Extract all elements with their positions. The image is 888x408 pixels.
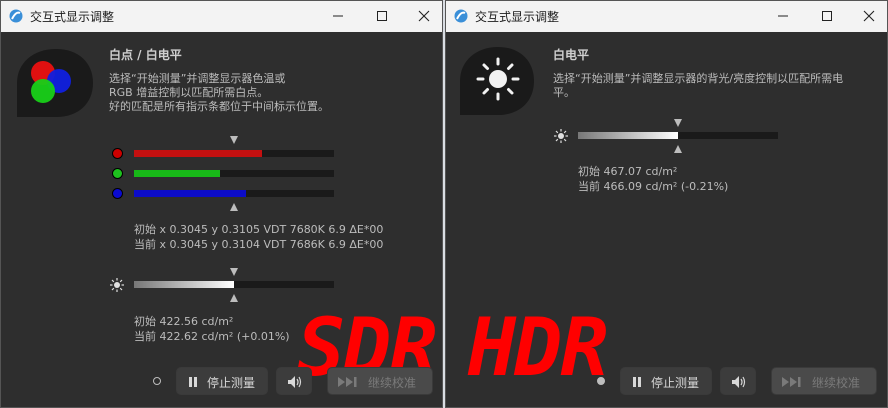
red-indicator-dot xyxy=(112,148,123,159)
brightness-large-icon xyxy=(460,47,534,115)
title-bar[interactable]: 交互式显示调整 xyxy=(446,1,887,32)
luminance-readout: 初始 467.07 cd/m² 当前 466.09 cd/m² (-0.21%) xyxy=(578,164,728,194)
luminance-fill xyxy=(578,132,678,139)
luminance-bar xyxy=(578,132,778,139)
close-icon[interactable] xyxy=(859,7,879,25)
luminance-initial: 初始 422.56 cd/m² xyxy=(134,315,234,328)
skip-forward-icon xyxy=(338,377,357,387)
continue-calibration-button[interactable]: 继续校准 xyxy=(327,367,433,395)
instructions: 选择“开始测量”并调整显示器色温或 RGB 增益控制以匹配所需白点。 好的匹配是… xyxy=(109,72,329,114)
target-marker-top xyxy=(230,136,238,144)
red-gain-fill xyxy=(134,150,262,157)
window-title: 交互式显示调整 xyxy=(475,10,560,24)
status-ring-icon xyxy=(153,377,161,385)
stop-measurement-label: 停止测量 xyxy=(207,376,256,390)
whitepoint-readout: 初始 x 0.3045 y 0.3105 VDT 7680K 6.9 ΔE*00… xyxy=(134,222,383,252)
continue-calibration-label: 继续校准 xyxy=(368,376,417,390)
pause-icon xyxy=(633,377,641,387)
app-icon xyxy=(9,9,23,23)
luminance-bar xyxy=(134,281,334,288)
luminance-target-marker-top xyxy=(230,268,238,276)
luminance-current: 当前 422.62 cd/m² (+0.01%) xyxy=(134,330,290,343)
green-gain-bar xyxy=(134,170,334,177)
title-bar[interactable]: 交互式显示调整 xyxy=(1,1,442,32)
brightness-icon xyxy=(554,129,568,143)
stop-measurement-button[interactable]: 停止测量 xyxy=(176,367,268,395)
blue-gain-fill xyxy=(134,190,246,197)
pause-icon xyxy=(189,377,197,387)
minimize-icon[interactable] xyxy=(773,7,793,25)
continue-calibration-label: 继续校准 xyxy=(812,376,861,390)
skip-forward-icon xyxy=(782,377,801,387)
stop-measurement-button[interactable]: 停止测量 xyxy=(620,367,712,395)
status-dot-icon xyxy=(597,377,605,385)
whitepoint-initial: 初始 x 0.3045 y 0.3105 VDT 7680K 6.9 ΔE*00 xyxy=(134,223,384,236)
sound-toggle-button[interactable] xyxy=(276,367,312,395)
speaker-icon xyxy=(288,376,302,388)
blue-gain-bar xyxy=(134,190,334,197)
rgb-whitepoint-icon xyxy=(17,49,93,117)
instruction-line: 选择“开始测量”并调整显示器的背光/亮度控制以匹配所需电 xyxy=(553,72,844,85)
luminance-target-marker-bottom xyxy=(674,145,682,153)
section-heading: 白点 / 白电平 xyxy=(109,48,182,62)
whitepoint-current: 当前 x 0.3045 y 0.3104 VDT 7686K 6.9 ΔE*00 xyxy=(134,238,384,251)
stop-measurement-label: 停止测量 xyxy=(651,376,700,390)
instruction-line: 选择“开始测量”并调整显示器色温或 xyxy=(109,72,286,85)
continue-calibration-button[interactable]: 继续校准 xyxy=(771,367,877,395)
blue-indicator-dot xyxy=(112,188,123,199)
luminance-readout: 初始 422.56 cd/m² 当前 422.62 cd/m² (+0.01%) xyxy=(134,314,290,344)
luminance-initial: 初始 467.07 cd/m² xyxy=(578,165,678,178)
luminance-target-marker-bottom xyxy=(230,294,238,302)
maximize-icon[interactable] xyxy=(372,7,392,25)
red-gain-bar xyxy=(134,150,334,157)
instruction-line: 平。 xyxy=(553,86,575,99)
instruction-line: RGB 增益控制以匹配所需白点。 xyxy=(109,86,269,99)
luminance-target-marker-top xyxy=(674,119,682,127)
sound-toggle-button[interactable] xyxy=(720,367,756,395)
speaker-icon xyxy=(732,376,746,388)
target-marker-bottom xyxy=(230,203,238,211)
section-heading: 白电平 xyxy=(553,48,590,62)
instructions: 选择“开始测量”并调整显示器的背光/亮度控制以匹配所需电 平。 xyxy=(553,72,843,100)
hdr-adjustment-window: 交互式显示调整 白电平 选择“开始测量”并调整显示器的背光/亮度控制以匹配所需电… xyxy=(445,0,888,408)
maximize-icon[interactable] xyxy=(817,7,837,25)
app-icon xyxy=(454,9,468,23)
window-title: 交互式显示调整 xyxy=(30,10,115,24)
instruction-line: 好的匹配是所有指示条都位于中间标示位置。 xyxy=(109,100,329,113)
hdr-overlay-label: HDR xyxy=(468,301,608,394)
minimize-icon[interactable] xyxy=(328,7,348,25)
brightness-icon xyxy=(110,278,124,292)
green-indicator-dot xyxy=(112,168,123,179)
luminance-current: 当前 466.09 cd/m² (-0.21%) xyxy=(578,180,729,193)
close-icon[interactable] xyxy=(414,7,434,25)
sdr-adjustment-window: 交互式显示调整 白点 / 白电平 选择“开始测量”并调整显示器色温或 RGB 增… xyxy=(0,0,443,408)
luminance-fill xyxy=(134,281,234,288)
green-gain-fill xyxy=(134,170,220,177)
